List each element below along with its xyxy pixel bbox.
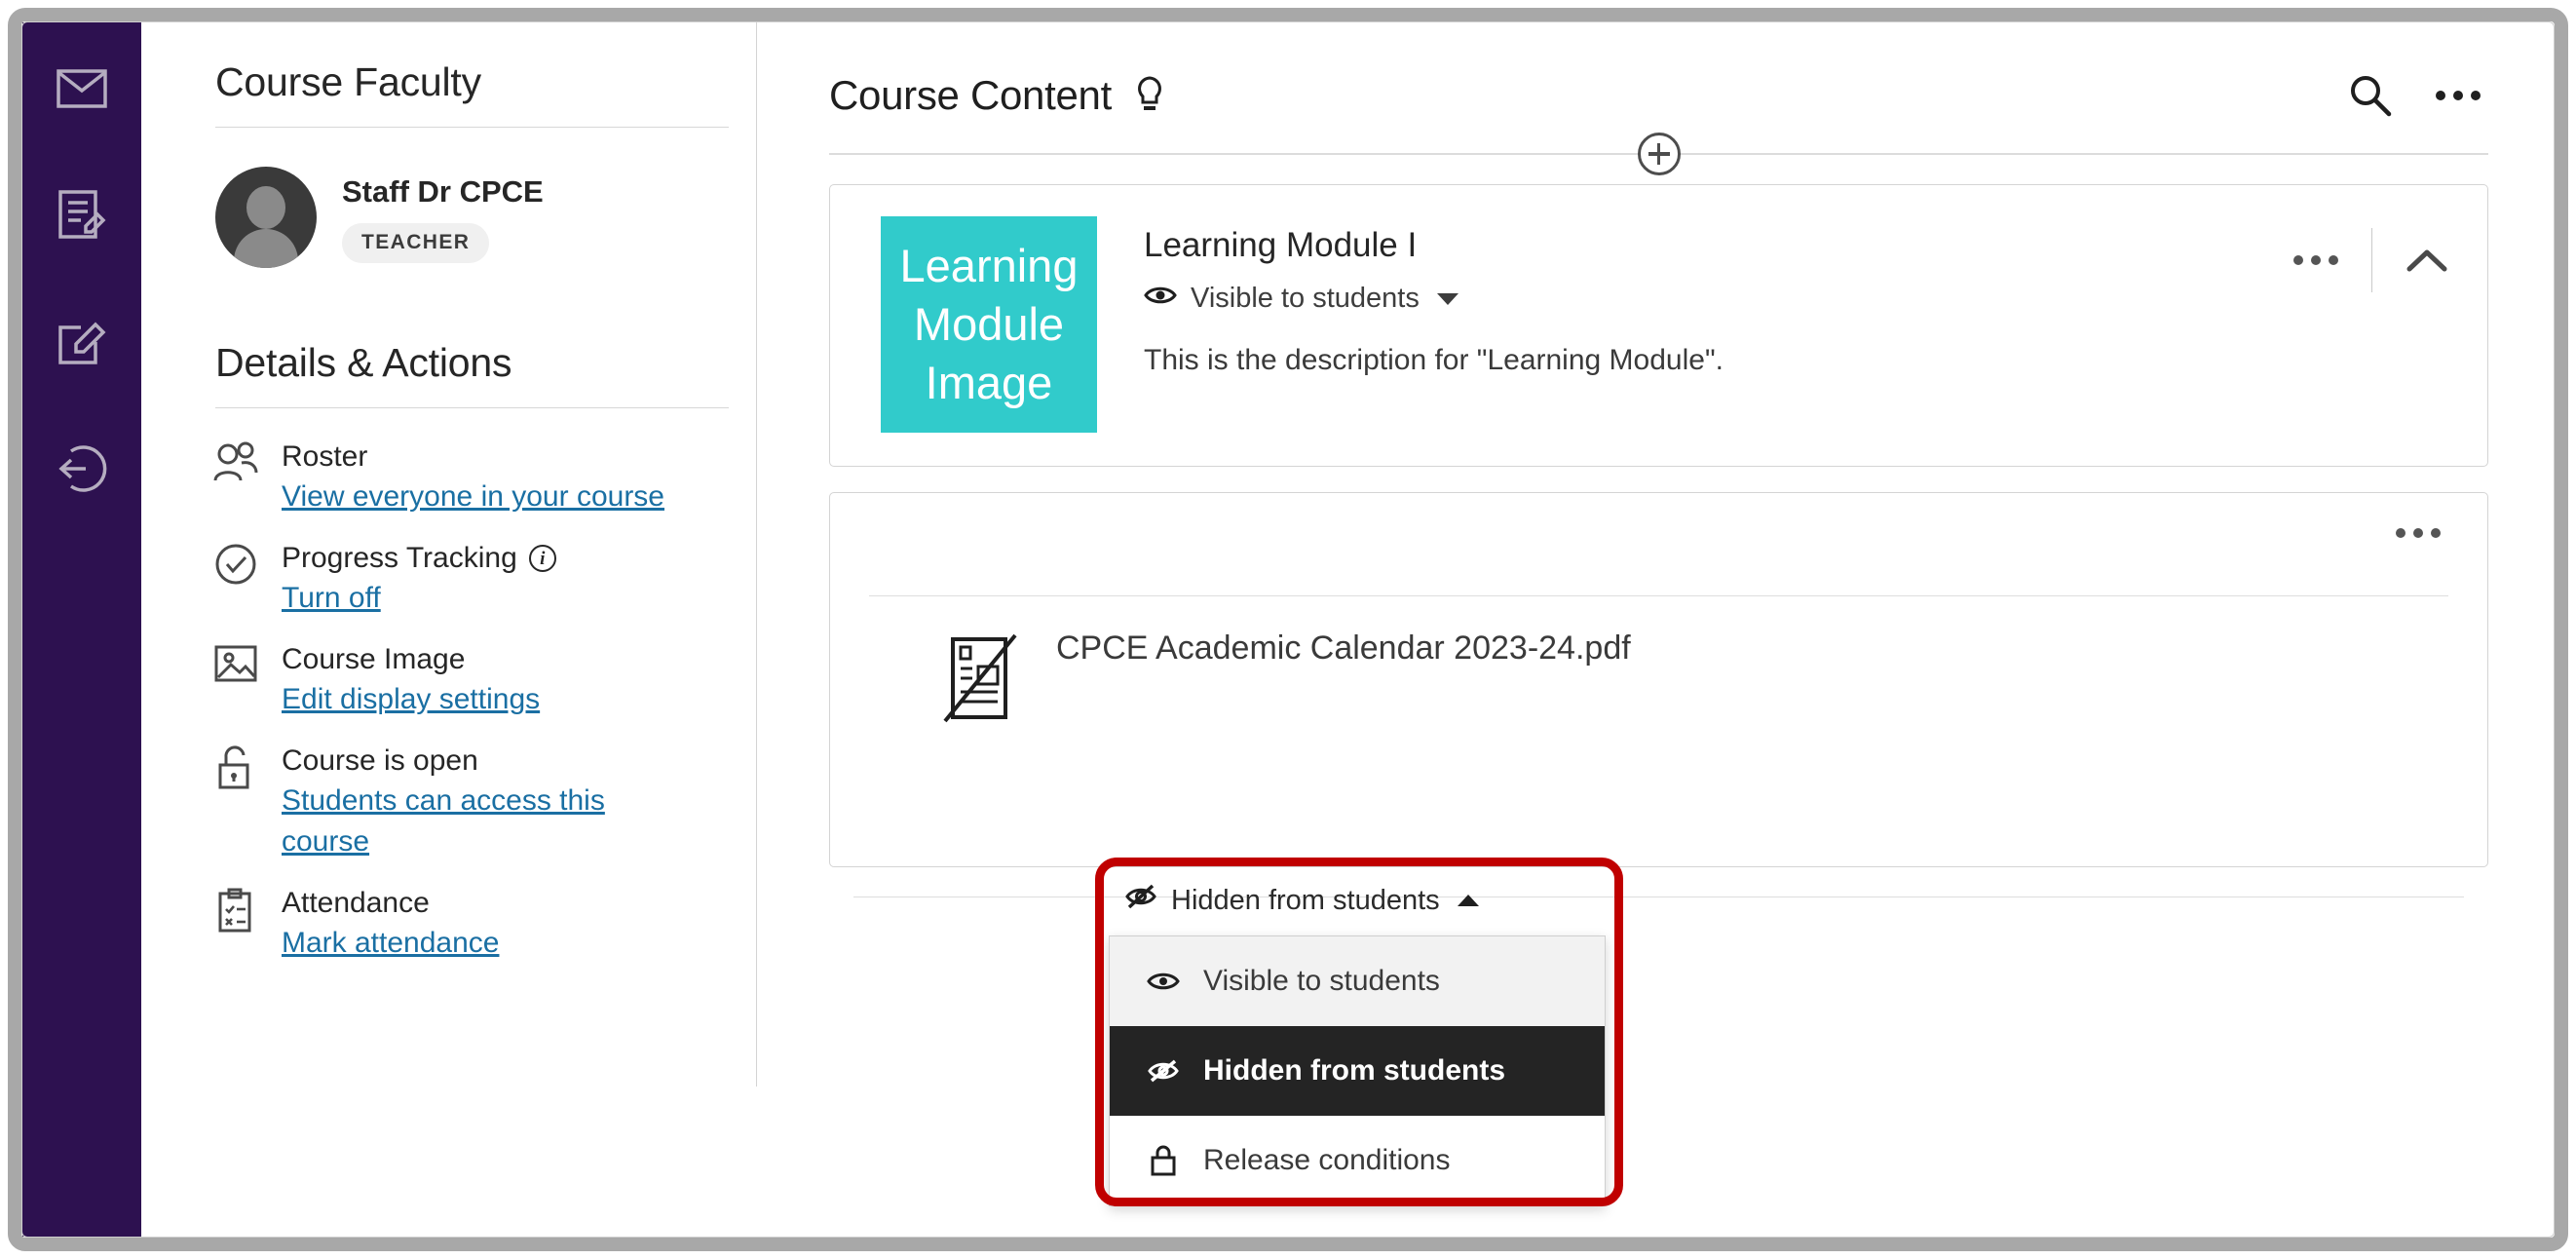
learning-module-description: This is the description for "Learning Mo… (1144, 344, 1724, 376)
detail-title-text: Course is open (282, 744, 478, 777)
visibility-options-menu: Visible to students Hidden from students… (1109, 935, 1606, 1206)
ellipsis-icon (2436, 91, 2481, 100)
menu-item-hidden-from-students[interactable]: Hidden from students (1110, 1026, 1605, 1116)
sign-out-icon[interactable] (53, 439, 111, 498)
detail-item-roster: Roster View everyone in your course (211, 438, 706, 517)
progress-tracking-link[interactable]: Turn off (282, 578, 556, 619)
course-image-link[interactable]: Edit display settings (282, 679, 540, 720)
caret-up-icon (1457, 895, 1479, 906)
clipboard-check-icon (211, 884, 260, 936)
check-circle-icon (211, 539, 260, 591)
compose-icon[interactable] (53, 313, 111, 371)
roster-people-icon (211, 438, 260, 490)
detail-title: Course is open (282, 742, 671, 781)
content-file-card: CPCE Academic Calendar 2023-24.pdf (829, 492, 2488, 897)
faculty-name: Staff Dr CPCE (342, 174, 544, 209)
course-open-link[interactable]: Students can access this course (282, 781, 671, 862)
info-icon[interactable]: i (528, 545, 556, 572)
learning-module-card: Learning Module Image Learning Module I … (829, 184, 2488, 467)
detail-title: Attendance (282, 884, 499, 923)
detail-title-text: Progress Tracking (282, 542, 517, 574)
detail-title-text: Roster (282, 440, 368, 473)
page-title: Course Content (829, 72, 1112, 118)
file-overflow-menu-button[interactable] (2396, 528, 2441, 538)
detail-title-text: Course Image (282, 643, 466, 675)
faculty-entry: Staff Dr CPCE TEACHER (215, 167, 706, 268)
plus-circle-icon[interactable] (1637, 133, 1681, 175)
learning-module-title: Learning Module I (1144, 226, 1418, 264)
search-icon[interactable] (2340, 65, 2401, 126)
ellipsis-icon (2396, 528, 2441, 538)
add-content-divider (829, 133, 2488, 175)
learning-module-thumbnail: Learning Module Image (881, 216, 1097, 433)
visibility-dropdown-label: Hidden from students (1171, 884, 1440, 916)
global-nav-rail (22, 22, 141, 1237)
menu-item-release-conditions[interactable]: Release conditions (1110, 1116, 1605, 1205)
chevron-up-icon[interactable] (2406, 247, 2448, 274)
faculty-role-badge: TEACHER (342, 223, 490, 263)
content-header: Course Content (829, 61, 2488, 130)
course-faculty-heading: Course Faculty (215, 59, 481, 104)
detail-title-text: Attendance (282, 887, 430, 919)
eye-slash-icon (1124, 883, 1157, 918)
detail-item-attendance: Attendance Mark attendance (211, 884, 706, 964)
details-actions-heading: Details & Actions (215, 340, 512, 385)
chevron-down-icon (1436, 292, 1458, 305)
course-content-panel: Course Content Learning Module Image Lea… (757, 22, 2555, 1237)
details-actions-list: Roster View everyone in your course Prog… (211, 438, 706, 964)
eye-icon (1144, 283, 1177, 315)
lightbulb-icon[interactable] (1133, 75, 1166, 116)
file-card-rule (869, 595, 2448, 596)
detail-item-progress-tracking: Progress Tracking i Turn off (211, 539, 706, 619)
menu-item-label: Hidden from students (1203, 1054, 1506, 1087)
detail-title: Progress Tracking i (282, 539, 556, 578)
file-name[interactable]: CPCE Academic Calendar 2023-24.pdf (1056, 630, 1631, 668)
eye-slash-icon (1145, 1058, 1182, 1084)
module-visibility-dropdown[interactable]: Visible to students (1144, 283, 1458, 315)
avatar (215, 167, 317, 268)
module-visibility-label: Visible to students (1191, 283, 1420, 314)
menu-item-label: Release conditions (1203, 1144, 1451, 1176)
detail-item-course-open: Course is open Students can access this … (211, 742, 706, 862)
ellipsis-icon (2293, 255, 2338, 265)
detail-title: Roster (282, 438, 664, 477)
content-overflow-menu-button[interactable] (2428, 65, 2488, 126)
detail-title: Course Image (282, 640, 540, 679)
menu-item-visible-to-students[interactable]: Visible to students (1110, 936, 1605, 1026)
document-edit-icon[interactable] (53, 186, 111, 245)
detail-item-course-image: Course Image Edit display settings (211, 640, 706, 720)
roster-link[interactable]: View everyone in your course (282, 477, 664, 517)
file-row: CPCE Academic Calendar 2023-24.pdf (830, 630, 2487, 728)
visibility-dropdown-trigger[interactable]: Hidden from students (1124, 883, 1479, 918)
action-divider (2371, 228, 2372, 292)
lock-icon (1145, 1144, 1182, 1177)
attendance-link[interactable]: Mark attendance (282, 923, 499, 964)
unlock-icon (211, 742, 260, 794)
application-window: Course Faculty Staff Dr CPCE TEACHER Det… (0, 0, 2576, 1259)
course-sidebar: Course Faculty Staff Dr CPCE TEACHER Det… (141, 22, 755, 1237)
faculty-heading-rule (215, 127, 729, 128)
details-heading-rule (215, 407, 729, 408)
document-hidden-icon (941, 630, 1023, 728)
image-icon (211, 640, 260, 693)
envelope-icon[interactable] (53, 59, 111, 118)
menu-item-label: Visible to students (1203, 965, 1440, 997)
module-overflow-menu-button[interactable] (2293, 255, 2338, 265)
eye-icon (1145, 970, 1182, 993)
